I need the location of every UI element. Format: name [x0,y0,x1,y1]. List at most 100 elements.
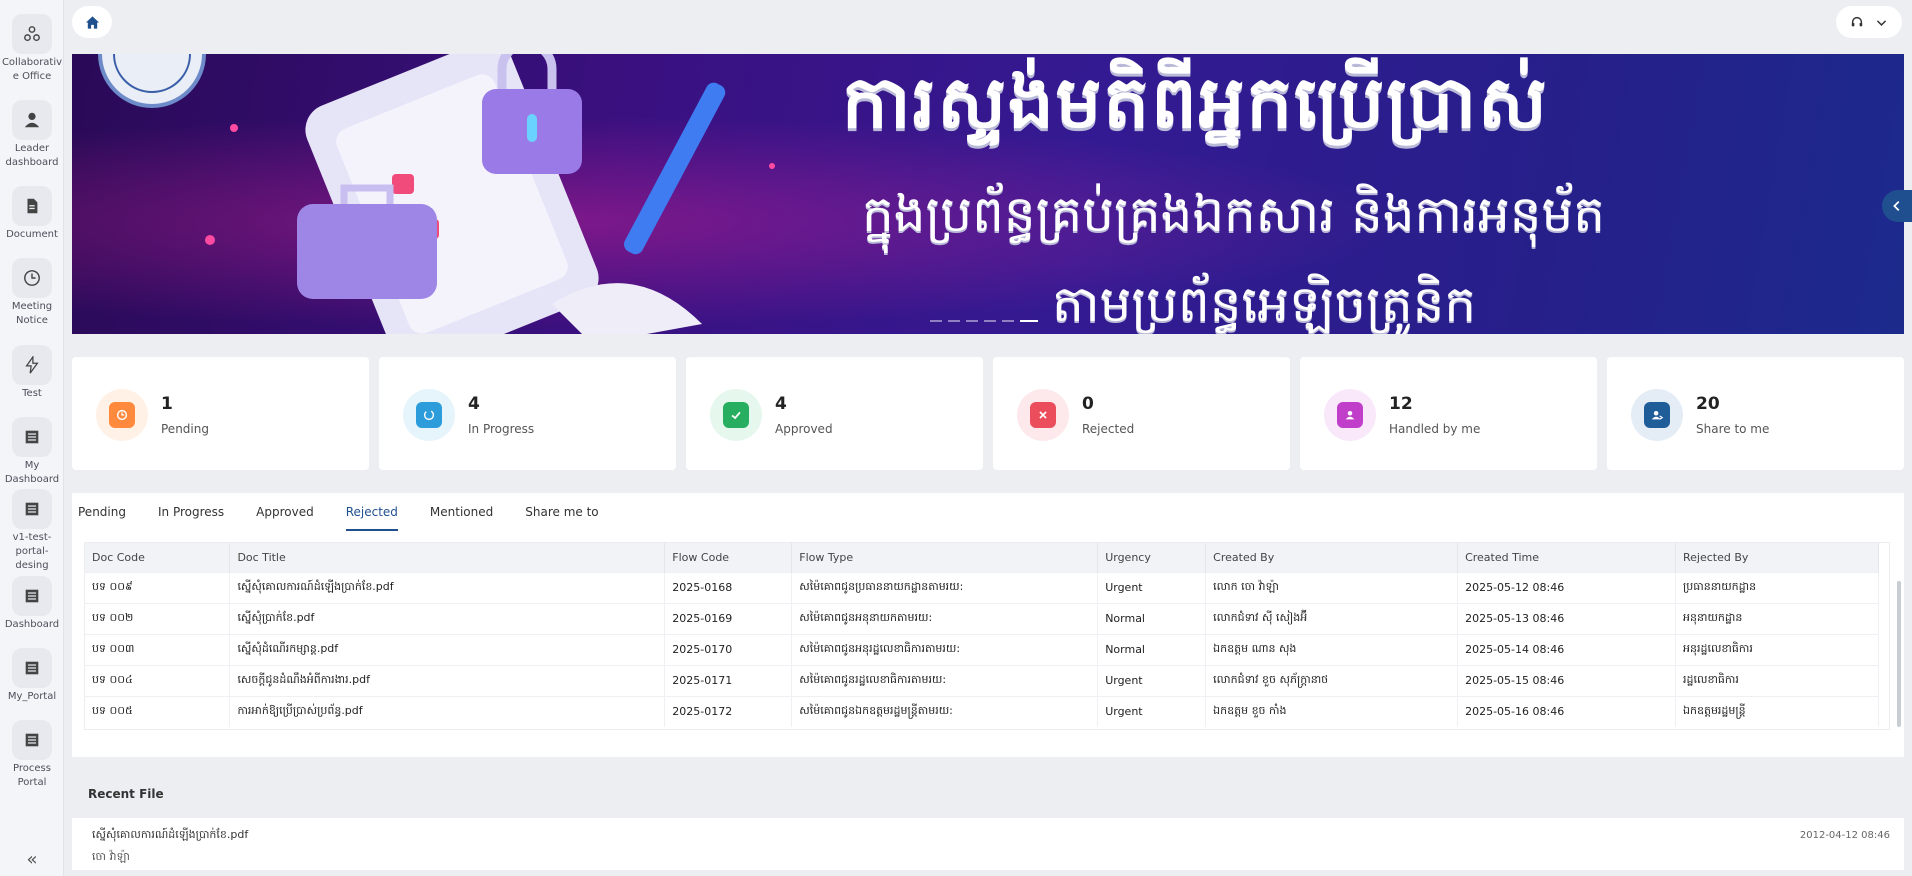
urgency-cell: Urgent [1097,571,1207,603]
column-header[interactable]: Doc Code [85,543,231,572]
stat-card-share-to-me[interactable]: 20 Share to me [1607,357,1904,470]
chevron-left-icon [1893,201,1900,211]
sidebar-item-label: Meeting Notice [11,301,53,326]
carousel-dot[interactable] [984,320,996,322]
sidebar-item-leader-dashboard[interactable]: Leader dashboard [0,100,64,170]
list-icon [12,720,52,760]
column-header[interactable]: Created Time [1457,543,1677,572]
carousel-dot-active[interactable] [1020,320,1038,322]
sidebar-item-v1-test-portal[interactable]: v1-test-portal-desing [0,489,64,573]
collaborative-icon [12,14,52,54]
sidebar-item-process-portal[interactable]: Process Portal [0,720,64,790]
list-icon [12,489,52,529]
stat-icon-bg [1631,389,1683,441]
sidebar-item-label: Document [6,229,58,240]
table-row[interactable]: បទ ០០៥ ការអាក់ឱ្យប្រើប្រាស់ប្រព័ន្ធ.pdf … [85,695,1879,727]
carousel-dot[interactable] [1002,320,1014,322]
stat-card-rejected[interactable]: 0 Rejected [993,357,1290,470]
recent-file-item[interactable]: ស្នើសុំគោលការណ៍ដំឡើងប្រាក់ខែ.pdf ចោ វ៉ាឡ… [72,818,1904,870]
tab-mentioned[interactable]: Mentioned [430,493,493,531]
sidebar-item-label: Dashboard [4,619,60,630]
sidebar-item-meeting-notice[interactable]: Meeting Notice [0,258,64,328]
stat-card-in-progress[interactable]: 4 In Progress [379,357,676,470]
created-time-cell: 2025-05-15 08:46 [1457,664,1677,696]
user-icon [12,100,52,140]
created-by-cell: ឯកឧត្តម ខួច កាំង [1205,695,1459,727]
carousel-dot[interactable] [966,320,978,322]
column-header[interactable]: Created By [1205,543,1459,572]
list-icon [12,576,52,616]
recent-file-owner: ចោ វ៉ាឡ៉ា [92,850,130,863]
stat-card-pending[interactable]: 1 Pending [72,357,369,470]
stat-count: 12 [1389,394,1413,414]
column-header[interactable]: Flow Type [791,543,1099,572]
sidebar-item-test[interactable]: Test [0,345,64,401]
stat-count: 4 [775,394,787,414]
banner-subtitle-2: តាមប្រព័ន្ធអេឡិចត្រូនិក [1052,275,1477,333]
sidebar-item-label: Process Portal [13,763,51,788]
handled-user-icon [1337,402,1363,428]
list-icon [12,417,52,457]
tab-share-me-to[interactable]: Share me to [525,493,598,531]
flow-type-cell: សម៉ៃគោពជូនប្រធាននាយកដ្ឋានតាមរយ: [791,571,1099,603]
stat-count: 4 [468,394,480,414]
banner-illustration [98,54,775,334]
table-scrollbar[interactable] [1897,581,1901,727]
rejected-doc-icon [1030,402,1056,428]
home-icon [85,15,99,29]
column-header[interactable]: Urgency [1097,543,1207,572]
table-row[interactable]: បទ ០០៩ ស្នើសុំគោលការណ៍ដំឡើងប្រាក់ខែ.pdf … [85,571,1879,603]
stat-card-approved[interactable]: 4 Approved [686,357,983,470]
doc-code-cell: បទ ០០៥ [85,695,231,727]
created-time-cell: 2025-05-14 08:46 [1457,633,1677,665]
table-row[interactable]: បទ ០០៤ សេចក្តីជូនដំណឹងអំពីការងារ.pdf 202… [85,664,1879,696]
table-row[interactable]: បទ ០០៣ ស្នើសុំដំណើរកម្សាន្ត.pdf 2025-017… [85,633,1879,665]
doc-title-cell: ការអាក់ឱ្យប្រើប្រាស់ប្រព័ន្ធ.pdf [229,695,666,727]
carousel-dot[interactable] [948,320,960,322]
carousel-dot[interactable] [930,320,942,322]
headset-icon [1851,16,1862,27]
created-by-cell: ឯកឧត្តម ណាន សុង [1205,633,1459,665]
urgency-cell: Normal [1097,633,1207,665]
table-row[interactable]: បទ ០០២ ស្នើសុំប្រាក់ខែ.pdf 2025-0169 សម៉… [85,602,1879,634]
sidebar-item-my-dashboard[interactable]: My Dashboard [0,417,64,487]
stat-card-handled-by-me[interactable]: 12 Handled by me [1300,357,1597,470]
urgency-cell: Normal [1097,602,1207,634]
table-header-row: Doc Code Doc Title Flow Code Flow Type U… [85,543,1879,572]
tab-in-progress[interactable]: In Progress [158,493,224,531]
stat-label: In Progress [468,422,535,436]
sidebar-item-my-portal[interactable]: My_Portal [0,648,64,704]
stat-label: Handled by me [1389,422,1481,436]
stat-icon-bg [1324,389,1376,441]
doc-code-cell: បទ ០០២ [85,602,231,634]
chevron-down-icon [1877,19,1887,26]
side-panel-toggle[interactable] [1882,190,1912,222]
tab-pending[interactable]: Pending [78,493,126,531]
recent-file-heading: Recent File [88,787,164,801]
flow-code-cell: 2025-0169 [664,602,793,634]
doc-title-cell: សេចក្តីជូនដំណឹងអំពីការងារ.pdf [229,664,666,696]
recent-file-date: 2012-04-12 08:46 [1799,830,1890,841]
sidebar-item-collaborative-office[interactable]: Collaborative Office [0,14,64,84]
sidebar-collapse-button[interactable]: « [0,849,64,870]
sidebar-item-dashboard[interactable]: Dashboard [0,576,64,632]
column-header[interactable]: Doc Title [229,543,666,572]
urgency-cell: Urgent [1097,695,1207,727]
tab-approved[interactable]: Approved [256,493,314,531]
flow-type-cell: សម៉ៃគោពជូនអនុនាយកតាមរយ: [791,602,1099,634]
flow-type-cell: សម៉ៃគោពជូនឯកឧត្តមរដ្ឋមន្ត្រីតាមរយ: [791,695,1099,727]
rejected-by-cell: អនុរដ្ឋលេខាធិការ [1675,633,1879,665]
tab-rejected[interactable]: Rejected [345,493,398,531]
user-menu[interactable] [1836,6,1902,38]
sidebar-item-document[interactable]: Document [0,186,64,242]
flow-code-cell: 2025-0172 [664,695,793,727]
banner-carousel[interactable]: ការស្ទង់មតិពីអ្នកប្រើប្រាស់ ក្នុងប្រព័ន្… [72,54,1904,334]
sidebar-item-label: v1-test-portal-desing [12,532,52,571]
sidebar-item-label: Test [22,388,42,399]
approved-doc-icon [723,402,749,428]
column-header[interactable]: Flow Code [664,543,793,572]
rejected-table: Doc Code Doc Title Flow Code Flow Type U… [84,542,1890,730]
column-header[interactable]: Rejected By [1675,543,1879,572]
in-progress-doc-icon [416,402,442,428]
home-button[interactable] [72,6,112,38]
